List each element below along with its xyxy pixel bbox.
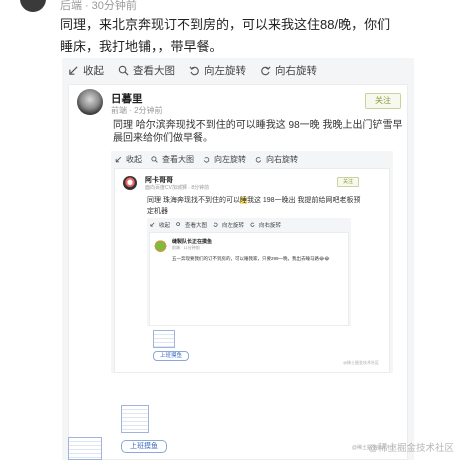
rotate-right-icon (250, 222, 255, 227)
post-time: 8分钟前 (191, 185, 210, 191)
image-toolbar: 收起 查看大图 向左旋转 向右旋转 (62, 58, 414, 82)
rotate-right-icon (255, 156, 262, 162)
rotate-right-button: 向右旋转 (255, 154, 298, 165)
author-name: 日暮里 (111, 93, 143, 105)
screenshot-level-2: 阿卡哥哥 面向百度CV加城狮 · 8分钟前 关注 同理 珠海奔现找不到住的可以睡… (114, 168, 390, 373)
image-thumbnail (153, 330, 175, 348)
collapse-icon (115, 156, 122, 162)
topic-tag: 上班摸鱼 (153, 351, 189, 361)
follow-button: 关注 (365, 93, 401, 109)
image-thumbnail[interactable] (68, 437, 102, 460)
author-role: 后端 (60, 0, 82, 12)
screenshot-level-3: 缝製队长正在摸鱼 前端 · 11分钟前 五一奔现要我们的订不到房的，可以睡我家，… (149, 232, 349, 326)
image-toolbar: 收起 查看大图 向左旋转 向右旋转 (111, 151, 393, 167)
post-text-part: 同理 珠海奔现找不到住的可以 (147, 197, 240, 204)
image-viewer: 收起 查看大图 向左旋转 向右旋转 日暮里 前端 · 2分钟前 关注 同理 哈尔… (62, 58, 414, 460)
rotate-right-label: 向右旋转 (266, 154, 298, 164)
collapse-button[interactable]: 收起 (68, 63, 104, 78)
image-thumbnail (121, 405, 149, 433)
post-header: 后端 · 30分钟前 (0, 0, 460, 12)
watermark: @稀土掘金技术社区 (368, 443, 454, 454)
author-role: 面向百度CV加城狮 (145, 185, 187, 191)
screenshot-level-1: 日暮里 前端 · 2分钟前 关注 同理 哈尔滨奔现找不到住的可以睡我这 98一晚… (68, 84, 408, 460)
collapse-label: 收起 (126, 154, 142, 164)
avatar (123, 176, 137, 190)
author-meta: 后端 · 30分钟前 (60, 0, 137, 13)
post-content: 五一奔现要我们的订不到房的，可以睡我家，只要299一晚，我出去睡马路😂😂 (172, 256, 330, 261)
view-large-label: 查看大图 (162, 154, 194, 164)
author-name: 缝製队长正在摸鱼 (172, 239, 213, 245)
watermark-small: @稀土掘金技术社区 (342, 360, 379, 365)
collapse-label: 收起 (159, 222, 171, 229)
view-large-label: 查看大图 (185, 222, 208, 229)
author-meta: 前端 · 2分钟前 (111, 106, 163, 115)
image-viewer-nested: 收起 查看大图 向左旋转 向右旋转 阿卡哥哥 面向百度CV加城狮 · 8分钟前 … (111, 151, 393, 373)
rotate-right-button[interactable]: 向右旋转 (260, 63, 317, 78)
post-content: 同理，来北京奔现订不到房的，可以来我这住88/晚，你们睡床，我打地铺，，带早餐。 (60, 17, 391, 54)
post-time: 30分钟前 (91, 0, 137, 12)
post-content: 同理 珠海奔现找不到住的可以睡我这 198一晚出 我提前给网吧老板预定机器 (147, 195, 367, 217)
highlighted-word: 睡 (239, 197, 247, 204)
author-role: 前端 (172, 245, 180, 250)
rotate-left-button[interactable]: 向左旋转 (189, 63, 246, 78)
collapse-button: 收起 (115, 154, 142, 165)
rotate-left-button: 向左旋转 (213, 221, 244, 229)
follow-button: 关注 (337, 177, 359, 187)
rotate-left-label: 向左旋转 (204, 64, 246, 77)
post-time: 11分钟前 (183, 245, 200, 250)
rotate-left-icon (203, 156, 210, 162)
zoom-icon (151, 155, 158, 163)
rotate-left-icon (213, 222, 218, 227)
view-large-button[interactable]: 查看大图 (118, 63, 175, 78)
image-toolbar: 收起 查看大图 向左旋转 向右旋转 (147, 218, 351, 231)
rotate-right-label: 向右旋转 (259, 222, 282, 229)
post-content: 同理 哈尔滨奔现找不到住的可以睡我这 98一晚 我晚上出门铲雪早晨回来给你们做早… (113, 120, 403, 144)
author-meta: 面向百度CV加城狮 · 8分钟前 (145, 185, 210, 191)
post-time: 2分钟前 (134, 106, 163, 115)
topic-tag: 上班摸鱼 (121, 440, 167, 453)
view-large-button: 查看大图 (176, 221, 207, 229)
rotate-right-label: 向右旋转 (275, 64, 317, 77)
rotate-right-button: 向右旋转 (250, 221, 281, 229)
avatar[interactable] (20, 0, 46, 12)
rotate-left-label: 向左旋转 (214, 154, 246, 164)
author-role: 前端 (111, 106, 127, 115)
view-large-button: 查看大图 (151, 154, 194, 165)
zoom-icon (118, 65, 129, 76)
collapse-icon (69, 65, 78, 75)
avatar (77, 89, 103, 115)
author-meta: 前端 · 11分钟前 (172, 245, 200, 250)
rotate-left-icon (189, 65, 199, 75)
collapse-icon (150, 222, 155, 227)
rotate-right-icon (261, 65, 271, 75)
view-large-label: 查看大图 (133, 64, 175, 77)
rotate-left-button: 向左旋转 (203, 154, 246, 165)
collapse-button: 收起 (150, 221, 170, 229)
avatar (154, 239, 167, 252)
image-viewer-nested: 收起 查看大图 向左旋转 向右旋转 缝製队长正在摸鱼 前端 · 11分钟前 五一… (147, 218, 351, 326)
meta-separator: · (85, 0, 89, 12)
collapse-label: 收起 (83, 64, 104, 77)
rotate-left-label: 向左旋转 (222, 222, 245, 229)
zoom-icon (176, 222, 180, 226)
